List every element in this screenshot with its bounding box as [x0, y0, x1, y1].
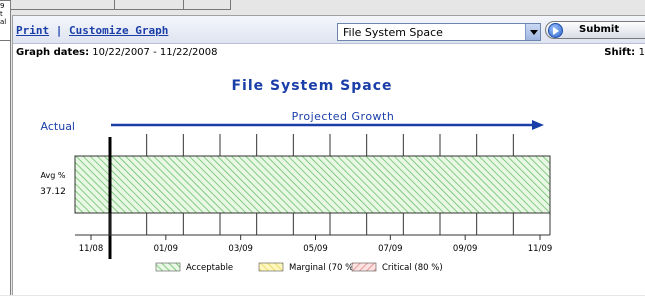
top-ticks [146, 134, 514, 156]
bottom-ticks [109, 213, 551, 235]
left-panel-border [0, 0, 11, 1]
top-table-divider [183, 0, 184, 10]
value-label: 37.12 [40, 187, 66, 197]
file-system-chart: File System Space Actual Projected Growt… [40, 78, 553, 273]
legend: Acceptable Marginal (70 %) Critical (80 … [155, 262, 443, 273]
arrow-head-icon [532, 120, 544, 130]
x-tick-label: 05/09 [303, 244, 328, 254]
left-panel-edge: 9 t al [0, 0, 11, 295]
top-table-line [11, 9, 231, 10]
acceptable-band [74, 155, 551, 214]
x-tick-label: 09/09 [453, 244, 478, 254]
x-tick-label: 07/09 [378, 244, 403, 254]
x-tick-label: 11/09 [528, 244, 553, 254]
x-tick-label: 11/08 [79, 244, 104, 254]
legend-swatch-critical [351, 262, 377, 272]
left-panel-border [0, 40, 11, 41]
x-tick-label: 03/09 [228, 244, 253, 254]
top-table-divider [114, 0, 115, 10]
y-axis-label: Avg % [41, 171, 66, 180]
x-axis-labels: 11/08 01/09 03/09 05/09 07/09 09/09 11/09 [79, 235, 553, 254]
top-table-divider [230, 0, 231, 10]
top-table-edge [11, 0, 645, 12]
legend-label-marginal: Marginal (70 %) [289, 263, 357, 273]
actual-label: Actual [41, 120, 75, 133]
legend-label-acceptable: Acceptable [186, 263, 233, 273]
chart-title: File System Space [231, 78, 392, 94]
legend-swatch-acceptable [155, 262, 181, 272]
left-panel-fragment: al [0, 18, 7, 26]
graph-panel: Print | Customize Graph File System Spac… [12, 15, 645, 295]
left-panel-fragment: 9 [0, 2, 5, 10]
x-tick-label: 01/09 [154, 244, 179, 254]
legend-label-critical: Critical (80 %) [382, 263, 443, 273]
left-panel-fragment: t [0, 10, 3, 18]
legend-swatch-marginal [258, 262, 284, 272]
projected-growth-label: Projected Growth [292, 110, 395, 123]
